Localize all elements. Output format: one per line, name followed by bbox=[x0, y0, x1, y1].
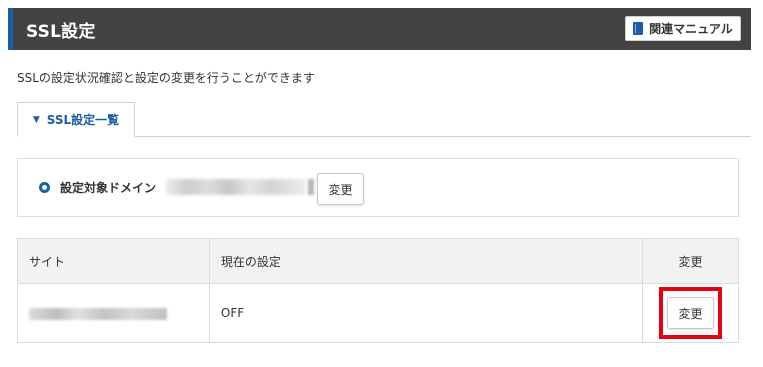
site-cell bbox=[17, 283, 210, 343]
tab-ssl-settings-list[interactable]: ▼ SSL設定一覧 bbox=[17, 102, 135, 137]
page-title: SSL設定 bbox=[26, 22, 96, 42]
tab-label: SSL設定一覧 bbox=[46, 113, 120, 127]
redacted-site-name bbox=[29, 307, 167, 320]
table-header-row: サイト 現在の設定 変更 bbox=[17, 238, 739, 284]
redacted-domain-name bbox=[166, 179, 306, 195]
change-cell: 変更 bbox=[642, 283, 739, 343]
related-manual-button[interactable]: 関連マニュアル bbox=[625, 16, 741, 41]
current-setting-cell: OFF bbox=[208, 283, 644, 343]
change-domain-button[interactable]: 変更 bbox=[317, 173, 364, 205]
table-row: OFF 変更 bbox=[17, 283, 739, 343]
column-header-site: サイト bbox=[17, 238, 210, 284]
change-ssl-button[interactable]: 変更 bbox=[667, 297, 714, 329]
ssl-site-table: サイト 現在の設定 変更 OFF 変更 bbox=[17, 238, 739, 343]
page-description: SSLの設定状況確認と設定の変更を行うことができます bbox=[17, 71, 315, 85]
highlight-box: 変更 bbox=[659, 287, 722, 339]
page-header: SSL設定 関連マニュアル bbox=[8, 8, 751, 50]
redacted-domain-suffix bbox=[308, 179, 314, 195]
column-header-change: 変更 bbox=[642, 238, 739, 284]
manual-book-icon bbox=[633, 22, 644, 35]
chevron-down-icon: ▼ bbox=[32, 114, 40, 125]
target-domain-label: 設定対象ドメイン bbox=[60, 181, 157, 195]
domain-radio-icon bbox=[39, 182, 50, 193]
target-domain-panel: 設定対象ドメイン 変更 bbox=[17, 158, 739, 217]
related-manual-label: 関連マニュアル bbox=[649, 22, 733, 36]
column-header-current-setting: 現在の設定 bbox=[208, 238, 644, 284]
